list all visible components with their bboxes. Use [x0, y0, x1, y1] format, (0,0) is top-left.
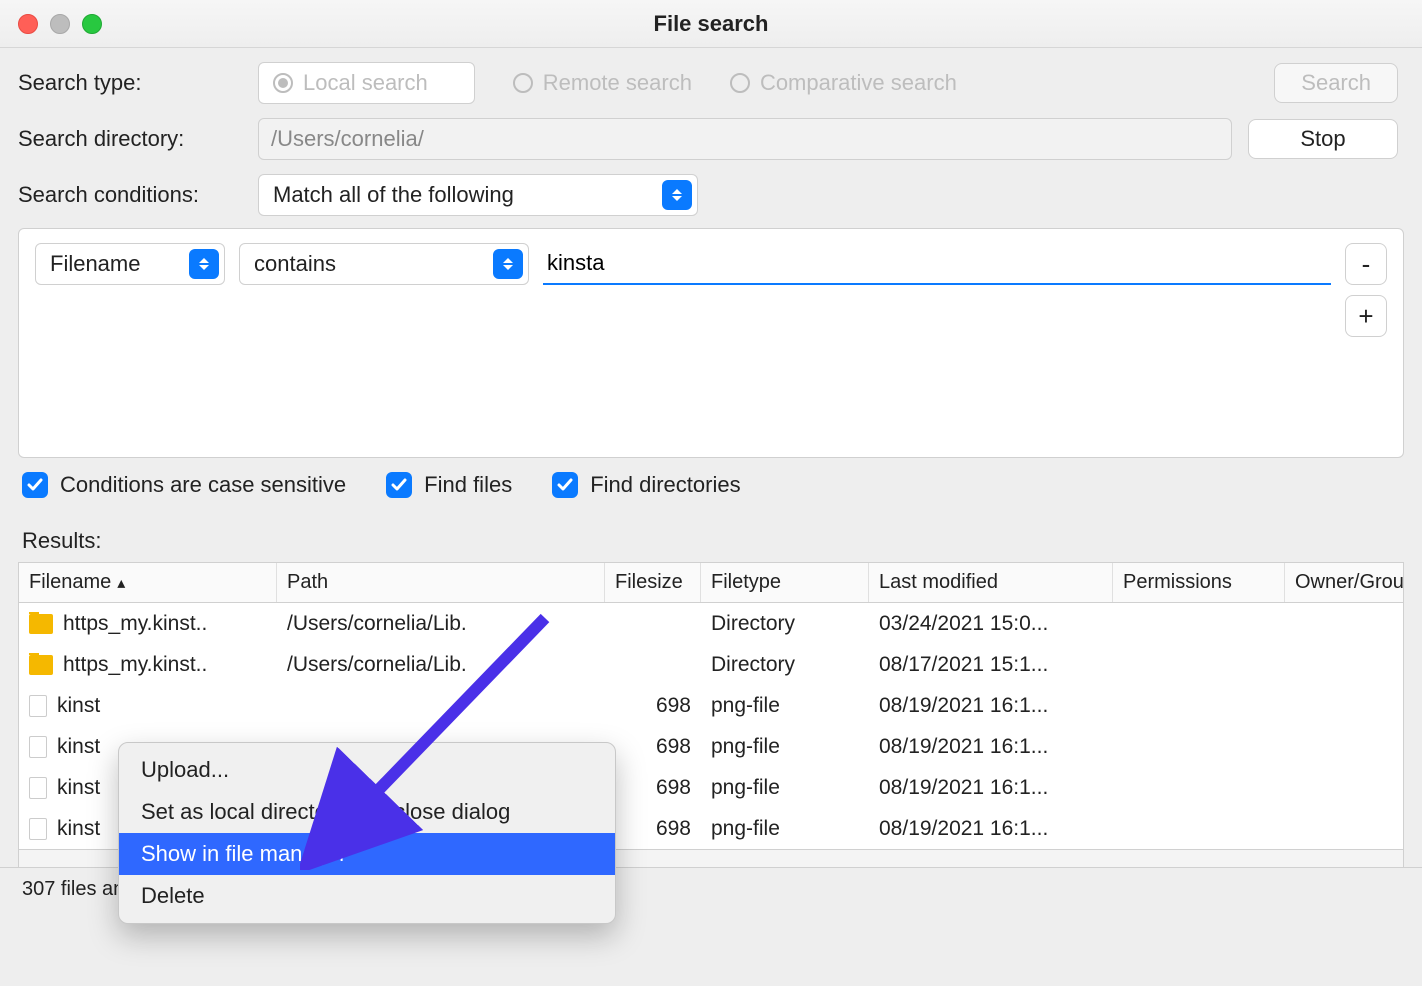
chevron-updown-icon [662, 180, 692, 210]
column-header-permissions[interactable]: Permissions [1113, 563, 1285, 602]
checkmark-icon [552, 472, 578, 498]
column-header-filesize[interactable]: Filesize [605, 563, 701, 602]
file-icon [29, 777, 47, 799]
condition-operator-select[interactable]: contains [239, 243, 529, 285]
context-menu-set-local[interactable]: Set as local directory and close dialog [119, 791, 615, 833]
context-menu-delete[interactable]: Delete [119, 875, 615, 917]
folder-icon [29, 655, 53, 675]
conditions-match-select[interactable]: Match all of the following [258, 174, 698, 216]
column-header-path[interactable]: Path [277, 563, 605, 602]
titlebar: File search [0, 0, 1422, 48]
conditions-panel: Filename contains - + [18, 228, 1404, 458]
file-icon [29, 818, 47, 840]
radio-comparative-search: Comparative search [730, 70, 957, 96]
chevron-updown-icon [493, 249, 523, 279]
column-header-lastmodified[interactable]: Last modified [869, 563, 1113, 602]
context-menu-upload[interactable]: Upload... [119, 749, 615, 791]
checkbox-find-files[interactable]: Find files [386, 472, 512, 498]
checkmark-icon [22, 472, 48, 498]
stop-button[interactable]: Stop [1248, 119, 1398, 159]
search-directory-input[interactable]: /Users/cornelia/ [258, 118, 1232, 160]
chevron-updown-icon [189, 249, 219, 279]
search-type-label: Search type: [18, 70, 258, 96]
search-button: Search [1274, 63, 1398, 103]
window-title: File search [0, 11, 1422, 37]
context-menu-show-in-file-manager[interactable]: Show in file manager [119, 833, 615, 875]
search-directory-label: Search directory: [18, 126, 258, 152]
remove-condition-button[interactable]: - [1345, 243, 1387, 285]
table-row[interactable]: kinst698png-file08/19/2021 16:1... [19, 685, 1403, 726]
checkbox-find-directories[interactable]: Find directories [552, 472, 740, 498]
search-conditions-label: Search conditions: [18, 182, 258, 208]
condition-value-input[interactable] [543, 243, 1331, 285]
file-icon [29, 695, 47, 717]
radio-remote-search: Remote search [513, 70, 692, 96]
column-header-filename[interactable]: Filename [19, 563, 277, 602]
file-icon [29, 736, 47, 758]
radio-local-search: Local search [258, 62, 475, 104]
column-header-filetype[interactable]: Filetype [701, 563, 869, 602]
folder-icon [29, 614, 53, 634]
context-menu: Upload... Set as local directory and clo… [118, 742, 616, 924]
column-header-owner-group[interactable]: Owner/Grou [1285, 563, 1403, 602]
results-label: Results: [0, 514, 1422, 562]
table-row[interactable]: https_my.kinst../Users/cornelia/Lib.Dire… [19, 603, 1403, 644]
checkmark-icon [386, 472, 412, 498]
table-row[interactable]: https_my.kinst../Users/cornelia/Lib.Dire… [19, 644, 1403, 685]
condition-field-select[interactable]: Filename [35, 243, 225, 285]
checkbox-case-sensitive[interactable]: Conditions are case sensitive [22, 472, 346, 498]
add-condition-button[interactable]: + [1345, 295, 1387, 337]
